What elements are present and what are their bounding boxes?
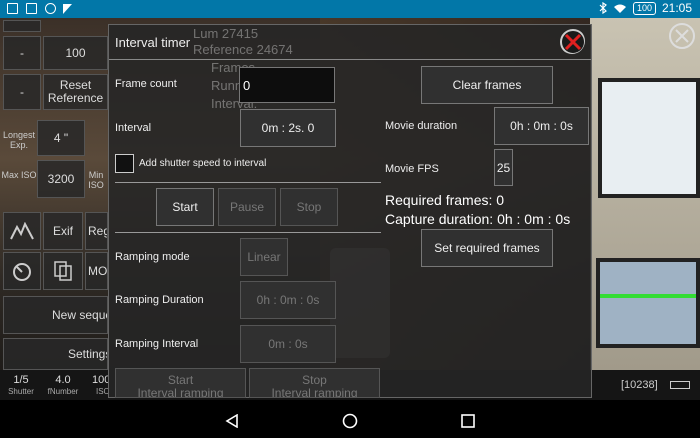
stop-interval-ramping-button[interactable]: Stop Interval ramping	[249, 368, 380, 398]
image-icon	[7, 3, 18, 14]
info-lum: Lum 27415	[193, 26, 259, 41]
clock: 21:05	[661, 1, 692, 15]
iso-label: ISO	[96, 387, 108, 396]
recents-icon[interactable]	[461, 414, 475, 428]
value-100[interactable]: 100	[43, 36, 108, 70]
navigation-bar	[0, 400, 700, 438]
bluetooth-icon	[599, 2, 607, 14]
iso-value: 100	[92, 374, 108, 386]
ramping-interval-value[interactable]: 0m : 0s	[240, 325, 336, 363]
fnumber-value: 4.0	[55, 374, 71, 386]
stop-button[interactable]: Stop	[280, 188, 338, 226]
reset-reference-button[interactable]: Reset Reference	[43, 74, 108, 110]
decrease-button[interactable]: -	[3, 36, 41, 70]
top-left-button[interactable]	[3, 20, 41, 32]
interval-timer-dialog: Lum 27415 Reference 24674 Frames Running…	[108, 24, 592, 398]
status-bar: 100 21:05	[0, 0, 700, 18]
separator-1	[115, 182, 381, 183]
title-separator	[109, 59, 591, 60]
home-icon[interactable]	[342, 413, 358, 429]
ramping-mode-select[interactable]: Linear	[240, 238, 288, 276]
gallery-icon	[26, 3, 37, 14]
frame-count-label: Frame count	[115, 78, 177, 90]
settings-button[interactable]: Settings	[3, 338, 108, 370]
status-right: 100 21:05	[599, 1, 692, 15]
movie-fps-input[interactable]: 25	[494, 149, 513, 186]
capture-duration-text: Capture duration: 0h : 0m : 0s	[385, 211, 571, 227]
dialog-title: Interval timer	[115, 35, 191, 50]
timer-button[interactable]	[3, 252, 41, 290]
frame-counter: [10238]	[621, 379, 658, 391]
interval-value-button[interactable]: 0m : 2s. 0	[240, 109, 336, 147]
preview-histogram-line	[600, 294, 696, 298]
ramping-duration-value[interactable]: 0h : 0m : 0s	[240, 281, 336, 319]
flag-icon	[63, 4, 72, 14]
mountain-icon	[10, 222, 34, 240]
mode-button[interactable]: MOD	[85, 252, 108, 290]
ramping-interval-label: Ramping Interval	[115, 338, 199, 350]
timer-icon	[13, 263, 31, 281]
movie-duration-label: Movie duration	[385, 120, 458, 132]
stop-ramping-line2: Interval ramping	[271, 386, 358, 398]
start-ramping-line2: Interval ramping	[137, 386, 224, 398]
max-iso-value[interactable]: 3200	[37, 160, 85, 198]
preview-monitor-2	[596, 258, 700, 348]
histogram-button[interactable]	[3, 212, 41, 250]
required-frames-text: Required frames: 0	[385, 192, 505, 208]
min-iso-label: Min ISO	[88, 170, 104, 190]
info-reference: Reference 24674	[193, 42, 293, 57]
max-iso-label: Max ISO	[1, 170, 37, 180]
shutter-value: 1/5	[13, 374, 29, 386]
add-shutter-label: Add shutter speed to interval	[139, 158, 267, 169]
add-shutter-checkbox[interactable]	[115, 154, 134, 173]
battery-icon	[670, 381, 690, 389]
copy-button[interactable]	[43, 252, 83, 290]
new-sequence-button[interactable]: New sequence	[3, 296, 108, 334]
longest-exp-value[interactable]: 4 "	[37, 120, 85, 156]
preview-monitor	[598, 78, 700, 198]
back-icon[interactable]	[225, 414, 239, 428]
close-icon-background[interactable]	[668, 22, 696, 50]
shutter-label: Shutter	[8, 387, 34, 396]
battery-level: 100	[632, 1, 656, 15]
start-interval-ramping-button[interactable]: Start Interval ramping	[115, 368, 246, 398]
longest-exp-label: Longest Exp.	[2, 130, 36, 150]
set-required-frames-button[interactable]: Set required frames	[421, 229, 553, 267]
fnumber-label: fNumber	[47, 387, 79, 396]
pause-button[interactable]: Pause	[218, 188, 276, 226]
regi-button[interactable]: Regi	[85, 212, 108, 250]
decrease-button-2[interactable]: -	[3, 74, 41, 110]
separator-2	[115, 232, 381, 233]
ramping-mode-label: Ramping mode	[115, 251, 190, 263]
start-button[interactable]: Start	[156, 188, 214, 226]
movie-duration-value[interactable]: 0h : 0m : 0s	[494, 107, 589, 145]
frame-count-input[interactable]: 0	[239, 67, 335, 103]
exif-button[interactable]: Exif	[43, 212, 83, 250]
download-icon	[45, 3, 56, 14]
close-icon[interactable]	[559, 28, 585, 54]
clear-frames-button[interactable]: Clear frames	[421, 66, 553, 104]
interval-label: Interval	[115, 122, 152, 134]
movie-fps-label: Movie FPS	[385, 163, 439, 175]
wifi-icon	[613, 4, 626, 13]
copy-icon	[54, 261, 72, 281]
ramping-duration-label: Ramping Duration	[115, 294, 204, 306]
